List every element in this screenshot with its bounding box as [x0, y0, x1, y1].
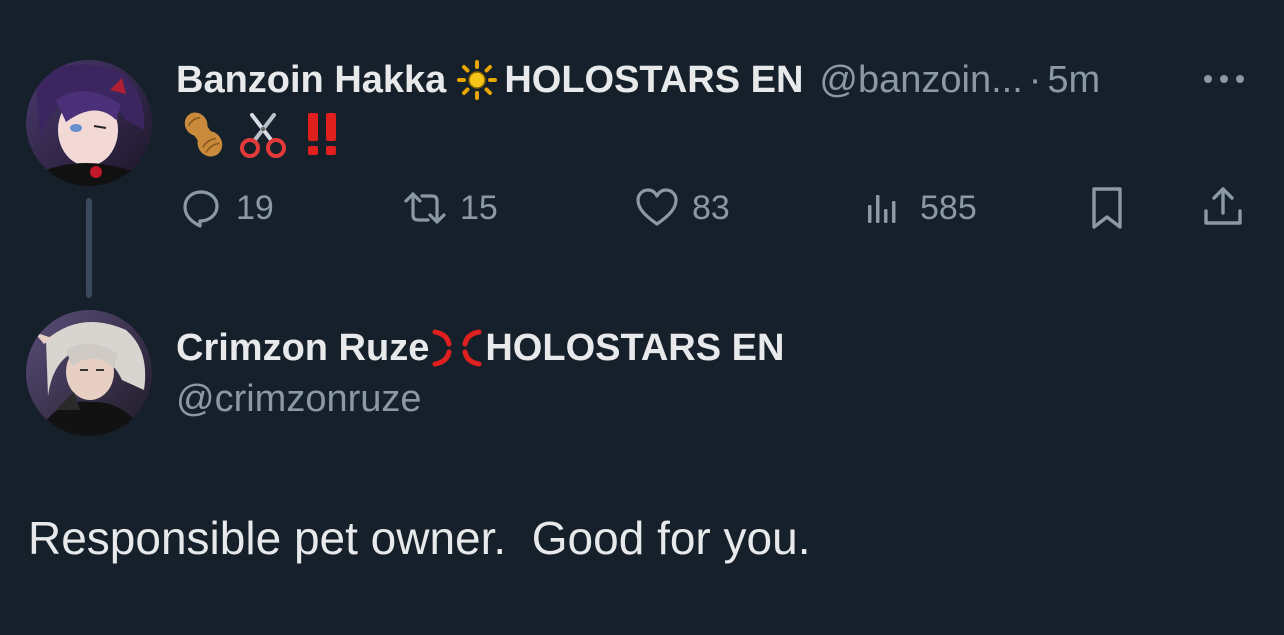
views-button[interactable]: 585 — [860, 180, 977, 236]
double-exclamation-emoji — [308, 113, 336, 155]
thread-connector-line — [86, 198, 92, 298]
tweet-actions-bar: 19 15 83 585 — [176, 180, 1256, 236]
share-button[interactable] — [1198, 180, 1248, 236]
reply-icon — [183, 190, 219, 228]
share-icon — [1204, 187, 1242, 225]
display-name[interactable]: Crimzon Ruze — [176, 327, 429, 370]
timestamp[interactable]: 5m — [1047, 59, 1100, 102]
retweet-icon — [404, 192, 446, 224]
sun-icon — [457, 60, 498, 100]
avatar-image — [26, 60, 152, 186]
anger-symbol-icon — [432, 329, 482, 367]
tweet-header: Crimzon Ruze HOLOSTARS EN — [176, 320, 784, 376]
avatar-crimzon[interactable] — [26, 310, 152, 436]
bookmark-icon — [1092, 187, 1122, 229]
peanut-emoji — [184, 112, 223, 157]
tweet-header: Banzoin Hakka HOLOSTARS EN @banzoin... ·… — [176, 52, 1266, 108]
user-handle[interactable]: @banzoin... — [819, 59, 1022, 102]
tweet-text: Responsible pet owner. Good for you. — [28, 512, 811, 564]
like-count: 83 — [692, 188, 730, 227]
avatar-image — [26, 310, 152, 436]
scissors-emoji — [240, 113, 286, 158]
tweet-body — [178, 108, 348, 160]
thread-view: Banzoin Hakka HOLOSTARS EN @banzoin... ·… — [0, 0, 1284, 635]
bookmark-button[interactable] — [1082, 180, 1132, 236]
reply-button[interactable]: 19 — [176, 180, 274, 236]
retweet-count: 15 — [460, 188, 498, 227]
reply-count: 19 — [236, 188, 274, 227]
user-handle[interactable]: @crimzonruze — [176, 372, 422, 426]
separator-dot: · — [1028, 58, 1042, 101]
like-button[interactable]: 83 — [632, 180, 730, 236]
analytics-icon — [868, 195, 896, 223]
display-name[interactable]: Banzoin Hakka — [176, 59, 446, 102]
heart-icon — [636, 188, 678, 226]
avatar-banzoin[interactable] — [26, 60, 152, 186]
display-name-suffix[interactable]: HOLOSTARS EN — [504, 59, 803, 102]
retweet-button[interactable]: 15 — [400, 180, 498, 236]
view-count: 585 — [920, 188, 977, 227]
more-options-icon[interactable] — [1202, 72, 1246, 86]
display-name-suffix[interactable]: HOLOSTARS EN — [485, 327, 784, 370]
